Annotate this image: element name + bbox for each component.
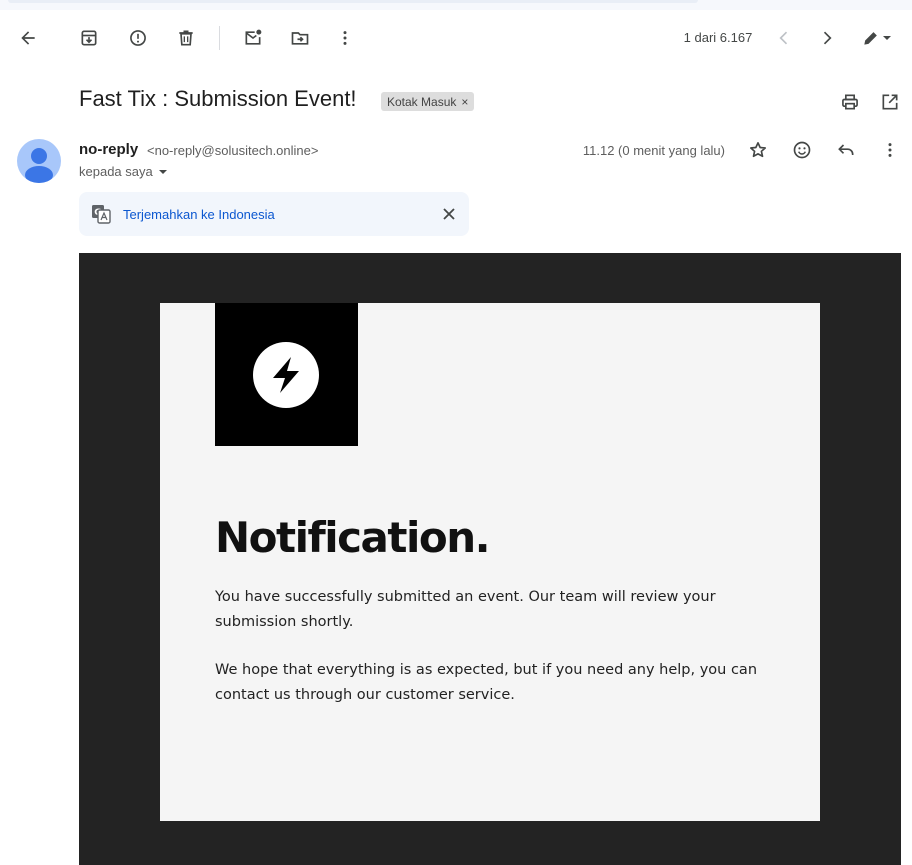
mark-unread-button[interactable] <box>235 20 271 56</box>
print-icon <box>842 94 858 110</box>
older-message-button[interactable] <box>809 20 845 56</box>
pen-icon <box>864 32 877 45</box>
open-in-new-icon <box>882 94 898 110</box>
email-subject: Fast Tix : Submission Event! <box>79 86 357 111</box>
move-to-button[interactable] <box>282 20 318 56</box>
translate-icon: G <box>92 205 111 224</box>
star-icon <box>750 142 766 158</box>
mark-unread-icon <box>245 29 262 45</box>
close-translate-button[interactable] <box>431 196 467 232</box>
move-to-icon <box>291 32 309 45</box>
remove-label-button[interactable]: × <box>461 95 468 109</box>
add-reaction-button[interactable] <box>784 132 820 168</box>
brand-logo <box>215 303 358 446</box>
top-strip <box>0 0 912 10</box>
emoji-icon <box>793 141 811 159</box>
reply-button[interactable] <box>828 132 864 168</box>
close-icon <box>443 208 455 220</box>
sender-email: <no-reply@solusitech.online> <box>147 143 319 158</box>
message-more-button[interactable] <box>872 132 908 168</box>
print-button[interactable] <box>832 84 868 120</box>
email-heading: Notification. <box>215 513 491 562</box>
chevron-right-icon <box>823 31 832 45</box>
input-tools-button[interactable] <box>852 20 902 56</box>
recipient-text: kepada saya <box>79 164 153 179</box>
back-arrow-icon <box>21 31 35 45</box>
chevron-left-icon <box>779 31 788 45</box>
more-vert-icon <box>343 31 347 45</box>
label-chip-inbox: Kotak Masuk × <box>381 92 475 111</box>
translate-link[interactable]: Terjemahkan ke Indonesia <box>123 207 275 222</box>
recipient-details-toggle[interactable]: kepada saya <box>79 164 169 179</box>
person-icon <box>25 148 53 183</box>
email-paragraph-1: You have successfully submitted an event… <box>215 589 716 630</box>
back-button[interactable] <box>10 20 46 56</box>
lightning-bolt-icon <box>253 342 319 408</box>
toolbar-divider <box>219 26 220 50</box>
star-button[interactable] <box>740 132 776 168</box>
more-options-button[interactable] <box>327 20 363 56</box>
reply-icon <box>838 144 854 155</box>
label-chip-text: Kotak Masuk <box>387 94 457 109</box>
report-spam-icon <box>130 30 146 46</box>
dropdown-icon <box>158 169 167 174</box>
delete-button[interactable] <box>168 20 204 56</box>
delete-icon <box>179 30 193 46</box>
sender-name: no-reply <box>79 141 139 158</box>
archive-button[interactable] <box>71 20 107 56</box>
message-timestamp: 11.12 (0 menit yang lalu) <box>582 143 725 158</box>
sender-avatar[interactable] <box>17 139 61 183</box>
dropdown-icon <box>883 36 891 40</box>
translate-bar: G Terjemahkan ke Indonesia <box>79 192 469 236</box>
newer-message-button[interactable] <box>766 20 802 56</box>
open-new-window-button[interactable] <box>872 84 908 120</box>
report-spam-button[interactable] <box>120 20 156 56</box>
message-counter: 1 dari 6.167 <box>683 30 753 45</box>
email-card: Notification. You have successfully subm… <box>160 303 820 821</box>
archive-icon <box>81 30 97 46</box>
search-bar-edge <box>8 0 698 3</box>
email-paragraph-2: We hope that everything is as expected, … <box>215 662 758 703</box>
more-vert-icon <box>888 143 892 157</box>
